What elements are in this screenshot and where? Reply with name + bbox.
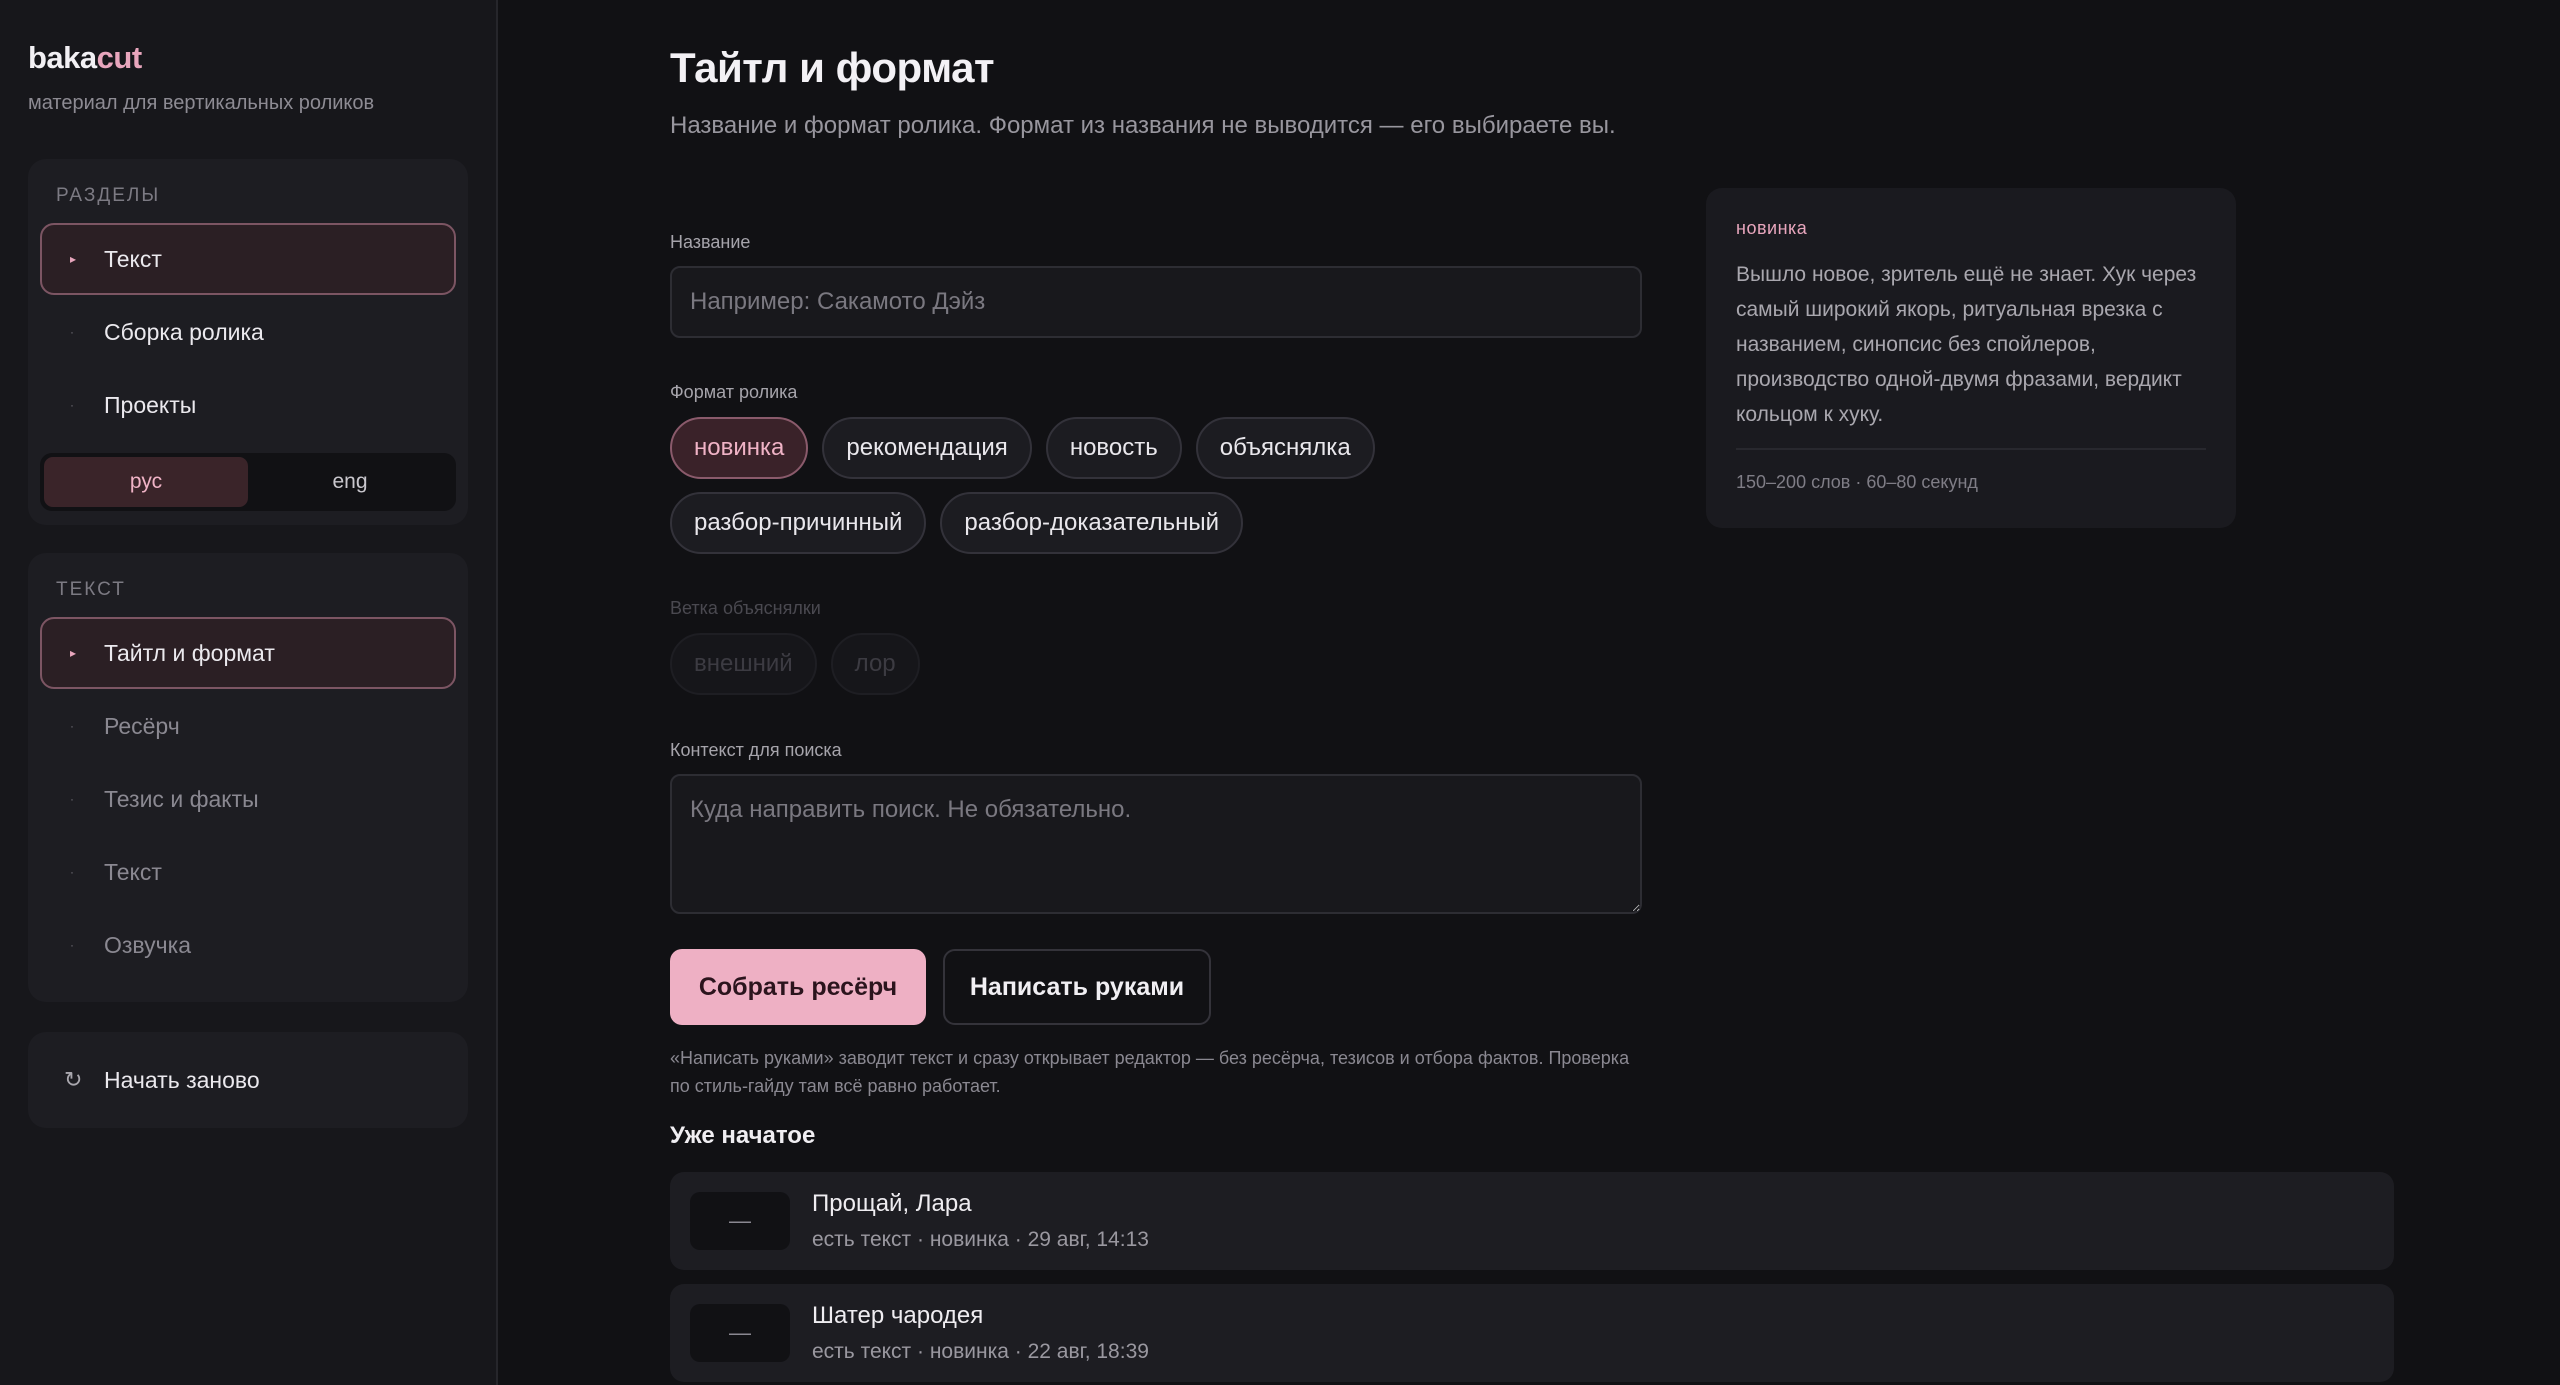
- sidebar-item-projects[interactable]: · Проекты: [40, 369, 456, 441]
- step-label: Ресёрч: [104, 712, 180, 739]
- dot-bullet-icon: ·: [70, 865, 74, 879]
- project-meta: есть текст · новинка · 22 авг, 18:39: [812, 1340, 1149, 1363]
- write-manually-button[interactable]: Написать руками: [943, 949, 1211, 1025]
- step-label: Текст: [104, 858, 162, 885]
- format-label: Формат ролика: [670, 382, 798, 402]
- collect-research-button[interactable]: Собрать ресёрч: [670, 949, 926, 1025]
- format-info-card: новинка Вышло новое, зритель ещё не знае…: [1706, 188, 2236, 528]
- project-title: Прощай, Лара: [812, 1190, 972, 1217]
- logo-accent: cut: [96, 40, 143, 75]
- started-heading: Уже начатое: [670, 1122, 816, 1149]
- restart-button[interactable]: ↻ Начать заново: [28, 1032, 468, 1128]
- sidebar-item-assembly[interactable]: · Сборка ролика: [40, 296, 456, 368]
- step-label: Тайтл и формат: [104, 639, 275, 666]
- restart-label: Начать заново: [104, 1066, 260, 1093]
- sidebar: bakacut материал для вертикальных ролико…: [0, 0, 498, 1385]
- project-meta: есть текст · новинка · 29 авг, 14:13: [812, 1228, 1149, 1251]
- format-chip-news[interactable]: новость: [1045, 417, 1182, 479]
- logo-main: baka: [28, 40, 97, 75]
- sidebar-item-label: Проекты: [104, 391, 197, 418]
- step-thesis-facts[interactable]: · Тезис и факты: [40, 763, 456, 835]
- project-row[interactable]: — Шатер чародея есть текст · новинка · 2…: [670, 1284, 2394, 1382]
- name-input[interactable]: [670, 266, 1642, 338]
- sections-panel: РАЗДЕЛЫ ▸ Текст · Сборка ролика · Проект…: [28, 159, 468, 525]
- tagline: материал для вертикальных роликов: [28, 92, 375, 114]
- format-info-meta: 150–200 слов · 60–80 секунд: [1736, 472, 1978, 492]
- logo: bakacut: [28, 40, 468, 76]
- sidebar-item-label: Текст: [104, 245, 162, 272]
- step-label: Озвучка: [104, 931, 191, 958]
- text-steps-title: ТЕКСТ: [56, 579, 126, 600]
- branch-chip-external: внешний: [670, 633, 817, 695]
- lang-option-ru[interactable]: рус: [44, 457, 248, 507]
- context-label: Контекст для поиска: [670, 740, 842, 760]
- project-text: Шатер чародея есть текст · новинка · 22 …: [812, 1302, 1149, 1364]
- format-chips-row-2: разбор-причинный разбор-доказательный: [670, 492, 1243, 554]
- project-title: Шатер чародея: [812, 1302, 984, 1329]
- app-root: bakacut материал для вертикальных ролико…: [0, 0, 2560, 1385]
- sections-title: РАЗДЕЛЫ: [56, 185, 161, 206]
- project-row[interactable]: — Прощай, Лара есть текст · новинка · 29…: [670, 1172, 2394, 1270]
- sidebar-item-text[interactable]: ▸ Текст: [40, 223, 456, 295]
- name-label: Название: [670, 232, 751, 252]
- dot-bullet-icon: ·: [70, 938, 74, 952]
- text-steps-panel: ТЕКСТ ▸ Тайтл и формат · Ресёрч · Тезис …: [28, 553, 468, 1002]
- manual-hint: «Написать руками» заводит текст и сразу …: [670, 1048, 1630, 1096]
- divider: [1736, 448, 2206, 450]
- active-bullet-icon: ▸: [70, 252, 77, 266]
- format-info-tag: новинка: [1736, 218, 1808, 238]
- dot-bullet-icon: ·: [70, 398, 74, 412]
- step-voiceover[interactable]: · Озвучка: [40, 909, 456, 981]
- sidebar-item-label: Сборка ролика: [104, 318, 264, 345]
- step-text[interactable]: · Текст: [40, 836, 456, 908]
- project-thumbnail: —: [690, 1192, 790, 1250]
- format-info-description: Вышло новое, зритель ещё не знает. Хук ч…: [1736, 263, 2197, 426]
- main-content: Тайтл и формат Название и формат ролика.…: [498, 0, 2560, 1385]
- format-chip-explainer[interactable]: объяснялка: [1195, 417, 1375, 479]
- format-chip-evidence-breakdown[interactable]: разбор-доказательный: [940, 492, 1243, 554]
- step-label: Тезис и факты: [104, 785, 259, 812]
- branch-label: Ветка объяснялки: [670, 598, 821, 618]
- step-title-format[interactable]: ▸ Тайтл и формат: [40, 617, 456, 689]
- format-chip-causal-breakdown[interactable]: разбор-причинный: [670, 492, 927, 554]
- branch-chips: внешний лор: [670, 633, 920, 695]
- refresh-icon: ↻: [64, 1067, 83, 1092]
- dot-bullet-icon: ·: [70, 325, 74, 339]
- active-bullet-icon: ▸: [70, 646, 77, 660]
- project-thumbnail: —: [690, 1304, 790, 1362]
- project-text: Прощай, Лара есть текст · новинка · 29 а…: [812, 1190, 1149, 1252]
- lang-option-en[interactable]: eng: [248, 457, 452, 507]
- dot-bullet-icon: ·: [70, 792, 74, 806]
- page-title: Тайтл и формат: [670, 44, 995, 91]
- page-subtitle: Название и формат ролика. Формат из назв…: [670, 112, 1616, 139]
- dot-bullet-icon: ·: [70, 719, 74, 733]
- format-chips-row-1: новинка рекомендация новость объяснялка: [670, 417, 1375, 479]
- format-chip-novinka[interactable]: новинка: [670, 417, 809, 479]
- branch-chip-lore: лор: [830, 633, 920, 695]
- context-textarea[interactable]: [670, 774, 1642, 914]
- language-switch: рус eng: [40, 453, 456, 511]
- step-research[interactable]: · Ресёрч: [40, 690, 456, 762]
- format-chip-recommendation[interactable]: рекомендация: [822, 417, 1032, 479]
